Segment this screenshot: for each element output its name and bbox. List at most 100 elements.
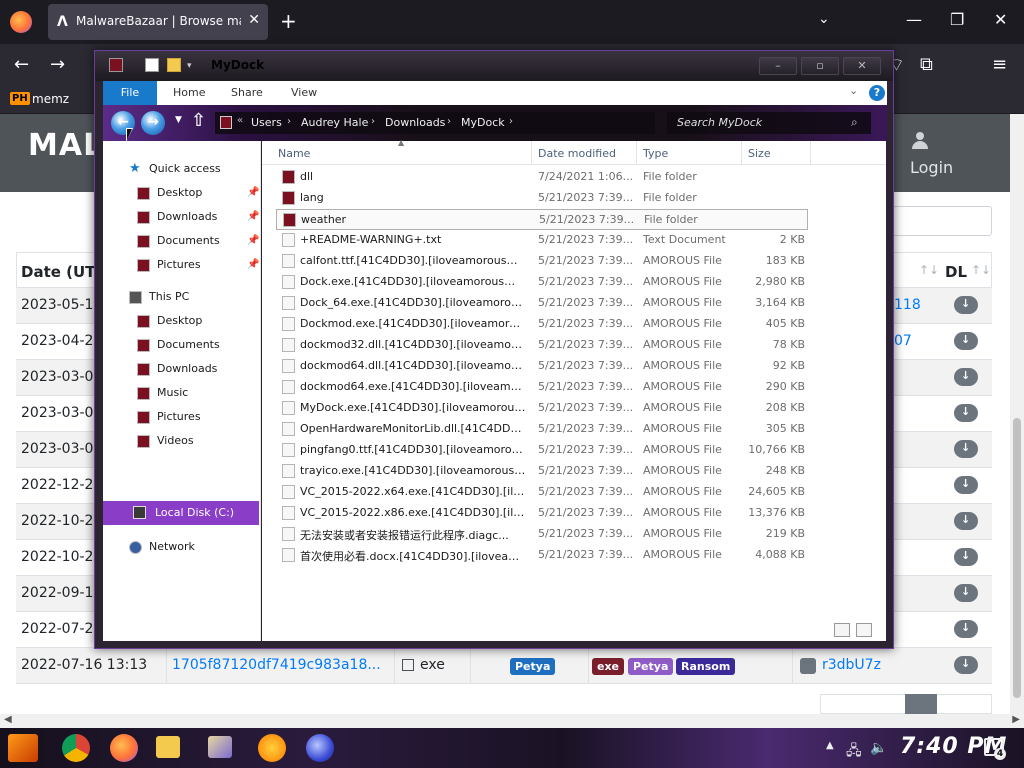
download-cloud-icon[interactable]	[954, 404, 978, 422]
sort-icon[interactable]: ↑↓	[971, 263, 991, 277]
column-name[interactable]: Name	[278, 147, 310, 160]
pagination[interactable]	[820, 694, 992, 714]
column-size[interactable]: Size	[748, 147, 771, 160]
tab-file[interactable]: File	[103, 81, 157, 105]
download-cloud-icon[interactable]	[954, 332, 978, 350]
extensions-icon[interactable]: ⧉	[920, 54, 933, 75]
nav-local-disk-selected[interactable]: Local Disk (C:)	[103, 501, 259, 525]
bookmark-memz[interactable]: memz	[32, 92, 69, 106]
pin-icon[interactable]: 📌	[247, 235, 259, 246]
page-horizontal-scrollbar[interactable]: ◀ ▶	[0, 714, 1024, 728]
chevron-right-icon[interactable]: ›	[447, 116, 451, 127]
download-cloud-icon[interactable]	[954, 440, 978, 458]
breadcrumb-mydock[interactable]: MyDock	[461, 116, 505, 129]
site-title[interactable]: MAL	[28, 128, 103, 163]
new-folder-icon[interactable]	[167, 58, 181, 72]
download-cloud-icon[interactable]	[954, 476, 978, 494]
file-row[interactable]: Dock.exe.[41C4DD30].[iloveamorous@e62...…	[276, 272, 808, 293]
file-row[interactable]: dockmod64.exe.[41C4DD30].[iloveamorous..…	[276, 377, 808, 398]
download-cloud-icon[interactable]	[954, 584, 978, 602]
list-all-tabs-icon[interactable]: ⌄	[818, 11, 830, 27]
breadcrumb-overflow-icon[interactable]: «	[237, 115, 243, 126]
show-hidden-icons-icon[interactable]: ▲	[826, 740, 834, 751]
download-cloud-icon[interactable]	[954, 368, 978, 386]
paint-icon[interactable]	[208, 736, 232, 758]
large-icons-view-icon[interactable]	[856, 623, 872, 637]
chrome-icon[interactable]	[62, 734, 90, 762]
column-date-modified[interactable]: Date modified	[538, 147, 616, 160]
download-cloud-icon[interactable]	[954, 548, 978, 566]
minimize-icon[interactable]: —	[906, 10, 922, 29]
file-row[interactable]: OpenHardwareMonitorLib.dll.[41C4DD30].[i…	[276, 419, 808, 440]
close-tab-icon[interactable]: ✕	[248, 12, 260, 28]
breadcrumb-downloads[interactable]: Downloads	[385, 116, 445, 129]
start-button-icon[interactable]	[8, 734, 38, 762]
column-dl[interactable]: DL	[945, 263, 967, 281]
scroll-left-icon[interactable]: ◀	[4, 714, 12, 725]
explorer-maximize-icon[interactable]: ▫	[801, 57, 839, 75]
restore-icon[interactable]: ❐	[950, 10, 964, 29]
column-divider[interactable]	[636, 141, 637, 165]
chevron-right-icon[interactable]: ›	[509, 116, 513, 127]
close-window-icon[interactable]: ✕	[994, 10, 1007, 29]
menu-icon[interactable]: ≡	[992, 54, 1007, 75]
tab-home[interactable]: Home	[173, 81, 205, 105]
table-search-input[interactable]	[880, 206, 992, 236]
tab-share[interactable]: Share	[231, 81, 263, 105]
chevron-right-icon[interactable]: ›	[371, 116, 375, 127]
file-row[interactable]: trayico.exe.[41C4DD30].[iloveamorous@e6.…	[276, 461, 808, 482]
download-cloud-icon[interactable]	[954, 512, 978, 530]
page-vertical-scrollbar[interactable]	[1010, 114, 1024, 714]
breadcrumb-audrey-hale[interactable]: Audrey Hale	[301, 116, 368, 129]
download-cloud-icon[interactable]	[954, 620, 978, 638]
download-cloud-icon[interactable]	[954, 296, 978, 314]
file-row[interactable]: VC_2015-2022.x86.exe.[41C4DD30].[ilovea.…	[276, 503, 808, 524]
column-divider[interactable]	[531, 141, 532, 165]
back-icon[interactable]: ←	[14, 54, 29, 75]
tab-view[interactable]: View	[291, 81, 317, 105]
help-icon[interactable]: ?	[869, 85, 885, 101]
nav-qa-pictures[interactable]: Pictures 📌	[137, 257, 259, 275]
chevron-right-icon[interactable]: ›	[287, 116, 291, 127]
address-field[interactable]: « Users › Audrey Hale › Downloads › MyDo…	[215, 112, 655, 134]
file-row[interactable]: 无法安装或者安装报错运行此程序.diagc... 5/21/2023 7:39..…	[276, 524, 808, 545]
reporter-link[interactable]: r3dbU7z	[822, 657, 881, 673]
tag-badge-petya[interactable]: Petya	[628, 658, 674, 675]
expand-ribbon-icon[interactable]: ⌄	[849, 84, 858, 97]
signature-badge[interactable]: Petya	[510, 658, 556, 675]
tag-badge-exe[interactable]: exe	[592, 658, 625, 675]
sample-hash-link[interactable]: 1705f87120df7419c983a18...	[172, 657, 381, 673]
tag-badge-ransom[interactable]: Ransom	[676, 658, 736, 675]
browser-tab[interactable]: Λ MalwareBazaar | Browse malware samples…	[48, 4, 268, 40]
breadcrumb-users[interactable]: Users	[251, 116, 282, 129]
pin-icon[interactable]: 📌	[247, 187, 259, 198]
up-arrow-icon[interactable]: ⇧	[191, 110, 206, 131]
row-link[interactable]: 118	[894, 297, 921, 313]
explorer-minimize-icon[interactable]: –	[759, 57, 797, 75]
file-row[interactable]: dockmod32.dll.[41C4DD30].[iloveamorous..…	[276, 335, 808, 356]
pin-icon[interactable]: 📌	[247, 211, 259, 222]
file-row[interactable]: Dockmod.exe.[41C4DD30].[iloveamorous@...…	[276, 314, 808, 335]
download-cloud-icon[interactable]	[954, 656, 978, 674]
network-tray-icon[interactable]: 🖧	[846, 740, 862, 764]
firefox-taskbar-icon[interactable]	[110, 734, 138, 762]
file-row[interactable]: dockmod64.dll.[41C4DD30].[iloveamorous..…	[276, 356, 808, 377]
scrollbar-thumb[interactable]	[1013, 418, 1021, 698]
folder-row[interactable]: dll 7/24/2021 1:06... File folder	[276, 167, 808, 188]
sort-icon[interactable]: ↑↓	[919, 263, 939, 277]
forward-arrow-icon[interactable]: →	[141, 111, 165, 135]
explorer-close-icon[interactable]: ✕	[843, 57, 881, 75]
nav-qa-downloads[interactable]: Downloads 📌	[137, 209, 259, 227]
file-row[interactable]: MyDock.exe.[41C4DD30].[iloveamorous@e...…	[276, 398, 808, 419]
column-type[interactable]: Type	[643, 147, 668, 160]
file-row[interactable]: VC_2015-2022.x64.exe.[41C4DD30].[ilovea.…	[276, 482, 808, 503]
forward-icon[interactable]: →	[50, 54, 65, 75]
customize-toolbar-icon[interactable]: ▾	[187, 61, 201, 75]
folder-row[interactable]: weather 5/21/2023 7:39... File folder	[276, 209, 808, 230]
search-taskbar-icon[interactable]	[258, 734, 286, 762]
file-row[interactable]: Dock_64.exe.[41C4DD30].[iloveamorous@...…	[276, 293, 808, 314]
details-view-icon[interactable]	[834, 623, 850, 637]
firefox-icon[interactable]	[10, 11, 32, 33]
file-row[interactable]: +README-WARNING+.txt 5/21/2023 7:39... Tex…	[276, 230, 808, 251]
file-explorer-taskbar-icon[interactable]	[156, 736, 180, 758]
